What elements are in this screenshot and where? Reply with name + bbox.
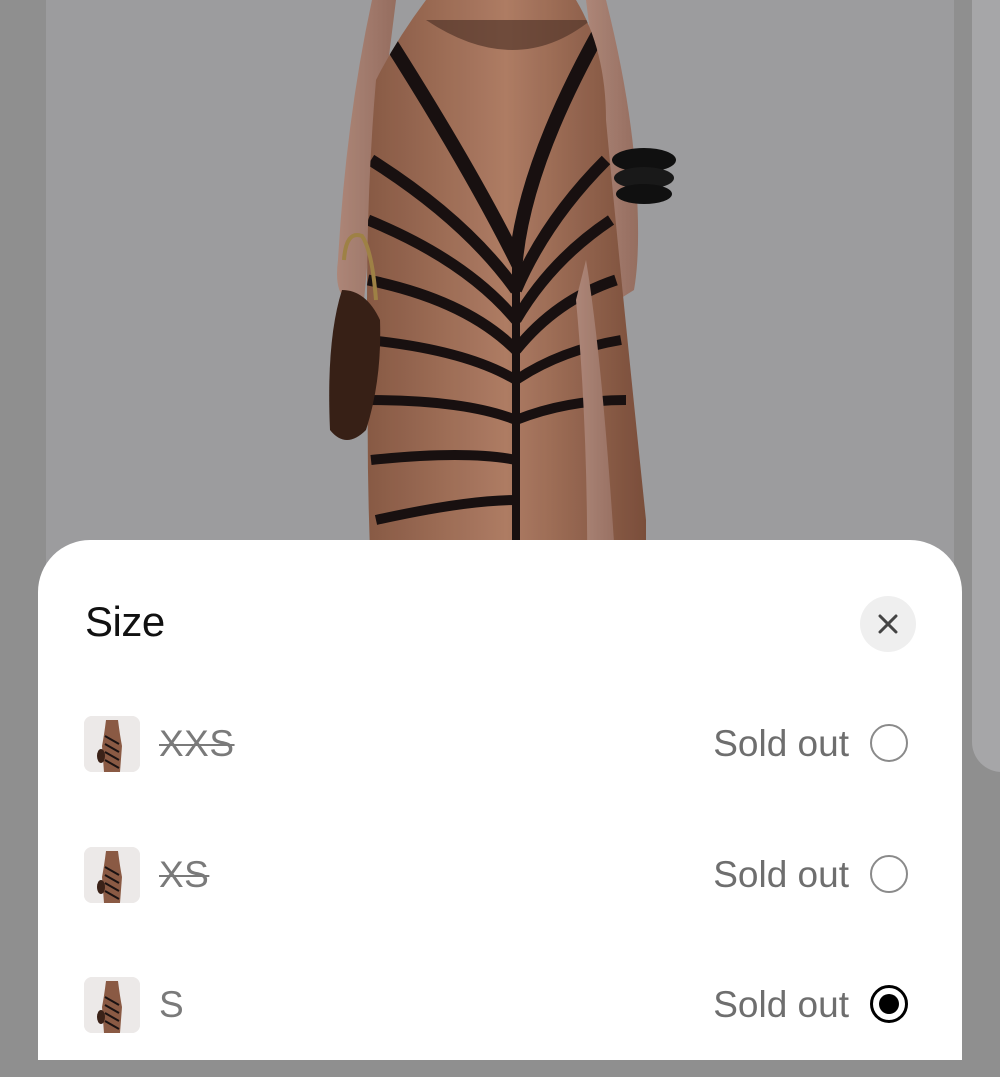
- size-thumbnail: [84, 716, 140, 772]
- availability-status: Sold out: [713, 984, 849, 1025]
- sheet-title: Size: [85, 598, 165, 645]
- availability-status: Sold out: [713, 723, 849, 764]
- close-icon: [878, 614, 898, 634]
- close-button[interactable]: [860, 596, 916, 652]
- size-thumbnail: [84, 847, 140, 903]
- size-option-xs[interactable]: XS Sold out: [38, 847, 962, 947]
- size-label: XXS: [159, 723, 235, 764]
- availability-status: Sold out: [713, 854, 849, 895]
- size-radio-xxs[interactable]: [870, 724, 908, 762]
- next-product-image-card[interactable]: [972, 0, 1000, 772]
- size-radio-xs[interactable]: [870, 855, 908, 893]
- size-option-s[interactable]: S Sold out: [38, 977, 962, 1077]
- size-radio-s[interactable]: [870, 985, 908, 1023]
- size-selection-sheet: Size XXS Sold out XS Sold out S Sold out: [38, 540, 962, 1060]
- size-label: S: [159, 984, 185, 1025]
- size-label: XS: [159, 854, 210, 895]
- size-thumbnail: [84, 977, 140, 1033]
- size-option-xxs[interactable]: XXS Sold out: [38, 716, 962, 816]
